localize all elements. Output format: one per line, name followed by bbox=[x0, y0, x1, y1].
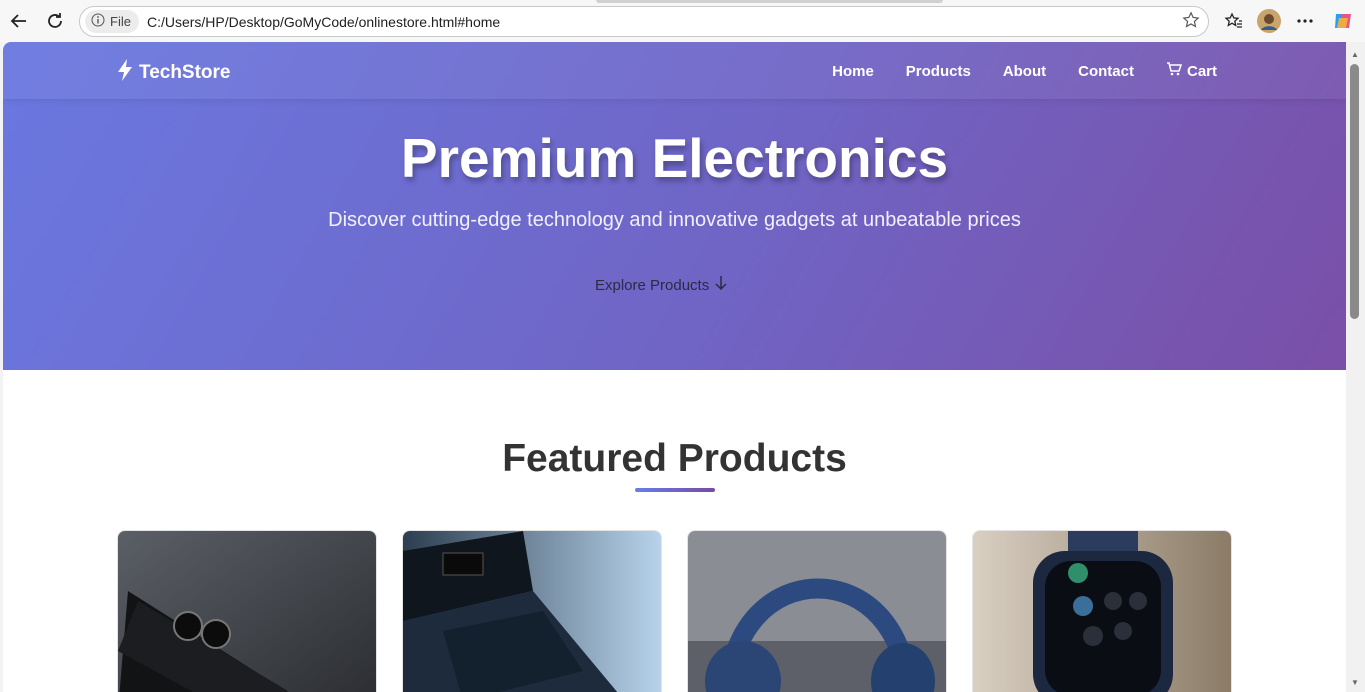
arrow-down-icon bbox=[715, 275, 727, 295]
product-card-headphones[interactable] bbox=[687, 530, 947, 692]
bolt-icon bbox=[117, 59, 133, 87]
title-underline bbox=[635, 488, 715, 492]
copilot-icon[interactable] bbox=[1328, 6, 1358, 36]
scroll-up-icon[interactable]: ▲ bbox=[1351, 50, 1359, 59]
hero-title: Premium Electronics bbox=[400, 127, 949, 189]
avatar[interactable] bbox=[1254, 6, 1284, 36]
cart-label: Cart bbox=[1186, 62, 1217, 80]
site-navbar: TechStore Home Products About Contact Ca… bbox=[3, 42, 1346, 99]
headphones-image bbox=[688, 531, 946, 692]
hero-subtitle: Discover cutting-edge technology and inn… bbox=[328, 209, 1021, 231]
product-grid bbox=[117, 530, 1232, 692]
site-info-chip[interactable]: File bbox=[85, 10, 139, 33]
browser-toolbar: File C:/Users/HP/Desktop/GoMyCode/online… bbox=[0, 0, 1365, 42]
star-icon[interactable] bbox=[1182, 11, 1200, 34]
page-viewport: TechStore Home Products About Contact Ca… bbox=[3, 42, 1346, 692]
explore-products-button[interactable]: Explore Products bbox=[595, 275, 727, 295]
product-card-laptop[interactable] bbox=[402, 530, 662, 692]
cta-label: Explore Products bbox=[595, 276, 710, 294]
scroll-thumb[interactable] bbox=[1350, 64, 1359, 319]
nav-about[interactable]: About bbox=[1003, 61, 1046, 81]
hero-section: TechStore Home Products About Contact Ca… bbox=[3, 42, 1346, 370]
file-label: File bbox=[110, 14, 131, 29]
nav-products[interactable]: Products bbox=[906, 61, 971, 81]
laptop-image bbox=[403, 531, 661, 692]
nav-home[interactable]: Home bbox=[832, 61, 874, 81]
back-arrow-icon[interactable] bbox=[4, 6, 34, 36]
nav-cart[interactable]: Cart bbox=[1166, 61, 1217, 81]
url-text[interactable]: C:/Users/HP/Desktop/GoMyCode/onlinestore… bbox=[147, 14, 500, 30]
site-logo[interactable]: TechStore bbox=[117, 59, 231, 87]
cart-icon bbox=[1166, 61, 1183, 81]
menu-dots-icon[interactable] bbox=[1290, 6, 1320, 36]
watch-image bbox=[973, 531, 1231, 692]
tab-strip-indicator bbox=[596, 0, 943, 3]
scrollbar[interactable]: ▲ ▼ bbox=[1346, 42, 1365, 692]
nav-links: Home Products About Contact Cart bbox=[832, 61, 1217, 81]
favorites-icon[interactable] bbox=[1219, 6, 1249, 36]
product-card-phone[interactable] bbox=[117, 530, 377, 692]
featured-title: Featured Products bbox=[502, 437, 847, 480]
scroll-down-icon[interactable]: ▼ bbox=[1351, 678, 1359, 687]
logo-text: TechStore bbox=[139, 62, 231, 83]
address-bar[interactable]: File C:/Users/HP/Desktop/GoMyCode/online… bbox=[79, 6, 1209, 37]
phone-image bbox=[118, 531, 376, 692]
nav-contact[interactable]: Contact bbox=[1078, 61, 1134, 81]
refresh-icon[interactable] bbox=[40, 6, 70, 36]
info-icon bbox=[91, 13, 105, 30]
product-card-watch[interactable] bbox=[972, 530, 1232, 692]
